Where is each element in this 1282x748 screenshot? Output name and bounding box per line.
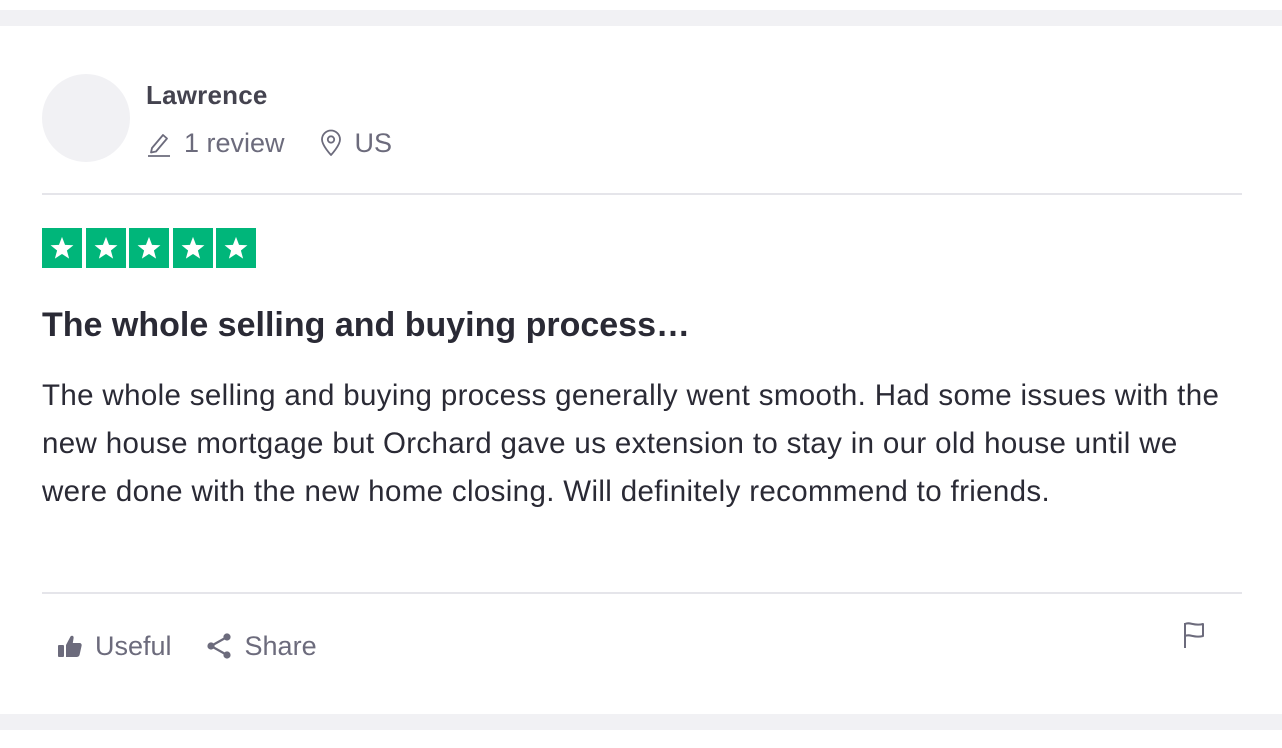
review-card: Lawrence 1 review US The whole selling a… — [0, 26, 1282, 714]
star-rating — [42, 228, 260, 268]
useful-label: Useful — [95, 630, 172, 661]
review-text: The whole selling and buying process gen… — [42, 379, 1220, 508]
review-count-label: 1 review — [184, 127, 285, 158]
location-label: US — [354, 127, 393, 158]
pencil-icon — [146, 129, 172, 157]
flag-icon — [1180, 622, 1208, 654]
avatar[interactable] — [42, 74, 130, 162]
thumbs-up-icon — [56, 632, 84, 660]
report-button[interactable] — [1180, 620, 1208, 650]
star — [85, 228, 126, 268]
review-actions: Useful Share — [56, 626, 317, 666]
useful-button[interactable]: Useful — [56, 631, 172, 662]
map-pin-icon — [319, 129, 343, 157]
star — [42, 228, 82, 268]
share-button[interactable]: Share — [204, 631, 317, 662]
star — [216, 228, 256, 268]
share-icon — [204, 631, 234, 661]
consumer-name[interactable]: Lawrence — [146, 80, 268, 111]
consumer-location: US — [319, 127, 393, 159]
top-separator — [0, 10, 1282, 26]
consumer-meta: 1 review US — [146, 126, 392, 160]
header-divider — [42, 193, 1242, 195]
footer-divider — [42, 592, 1242, 594]
star — [172, 228, 213, 268]
bottom-separator — [0, 714, 1282, 730]
star — [129, 228, 169, 268]
share-label: Share — [244, 630, 317, 661]
review-title[interactable]: The whole selling and buying process… — [42, 306, 690, 345]
review-count: 1 review — [146, 128, 285, 159]
